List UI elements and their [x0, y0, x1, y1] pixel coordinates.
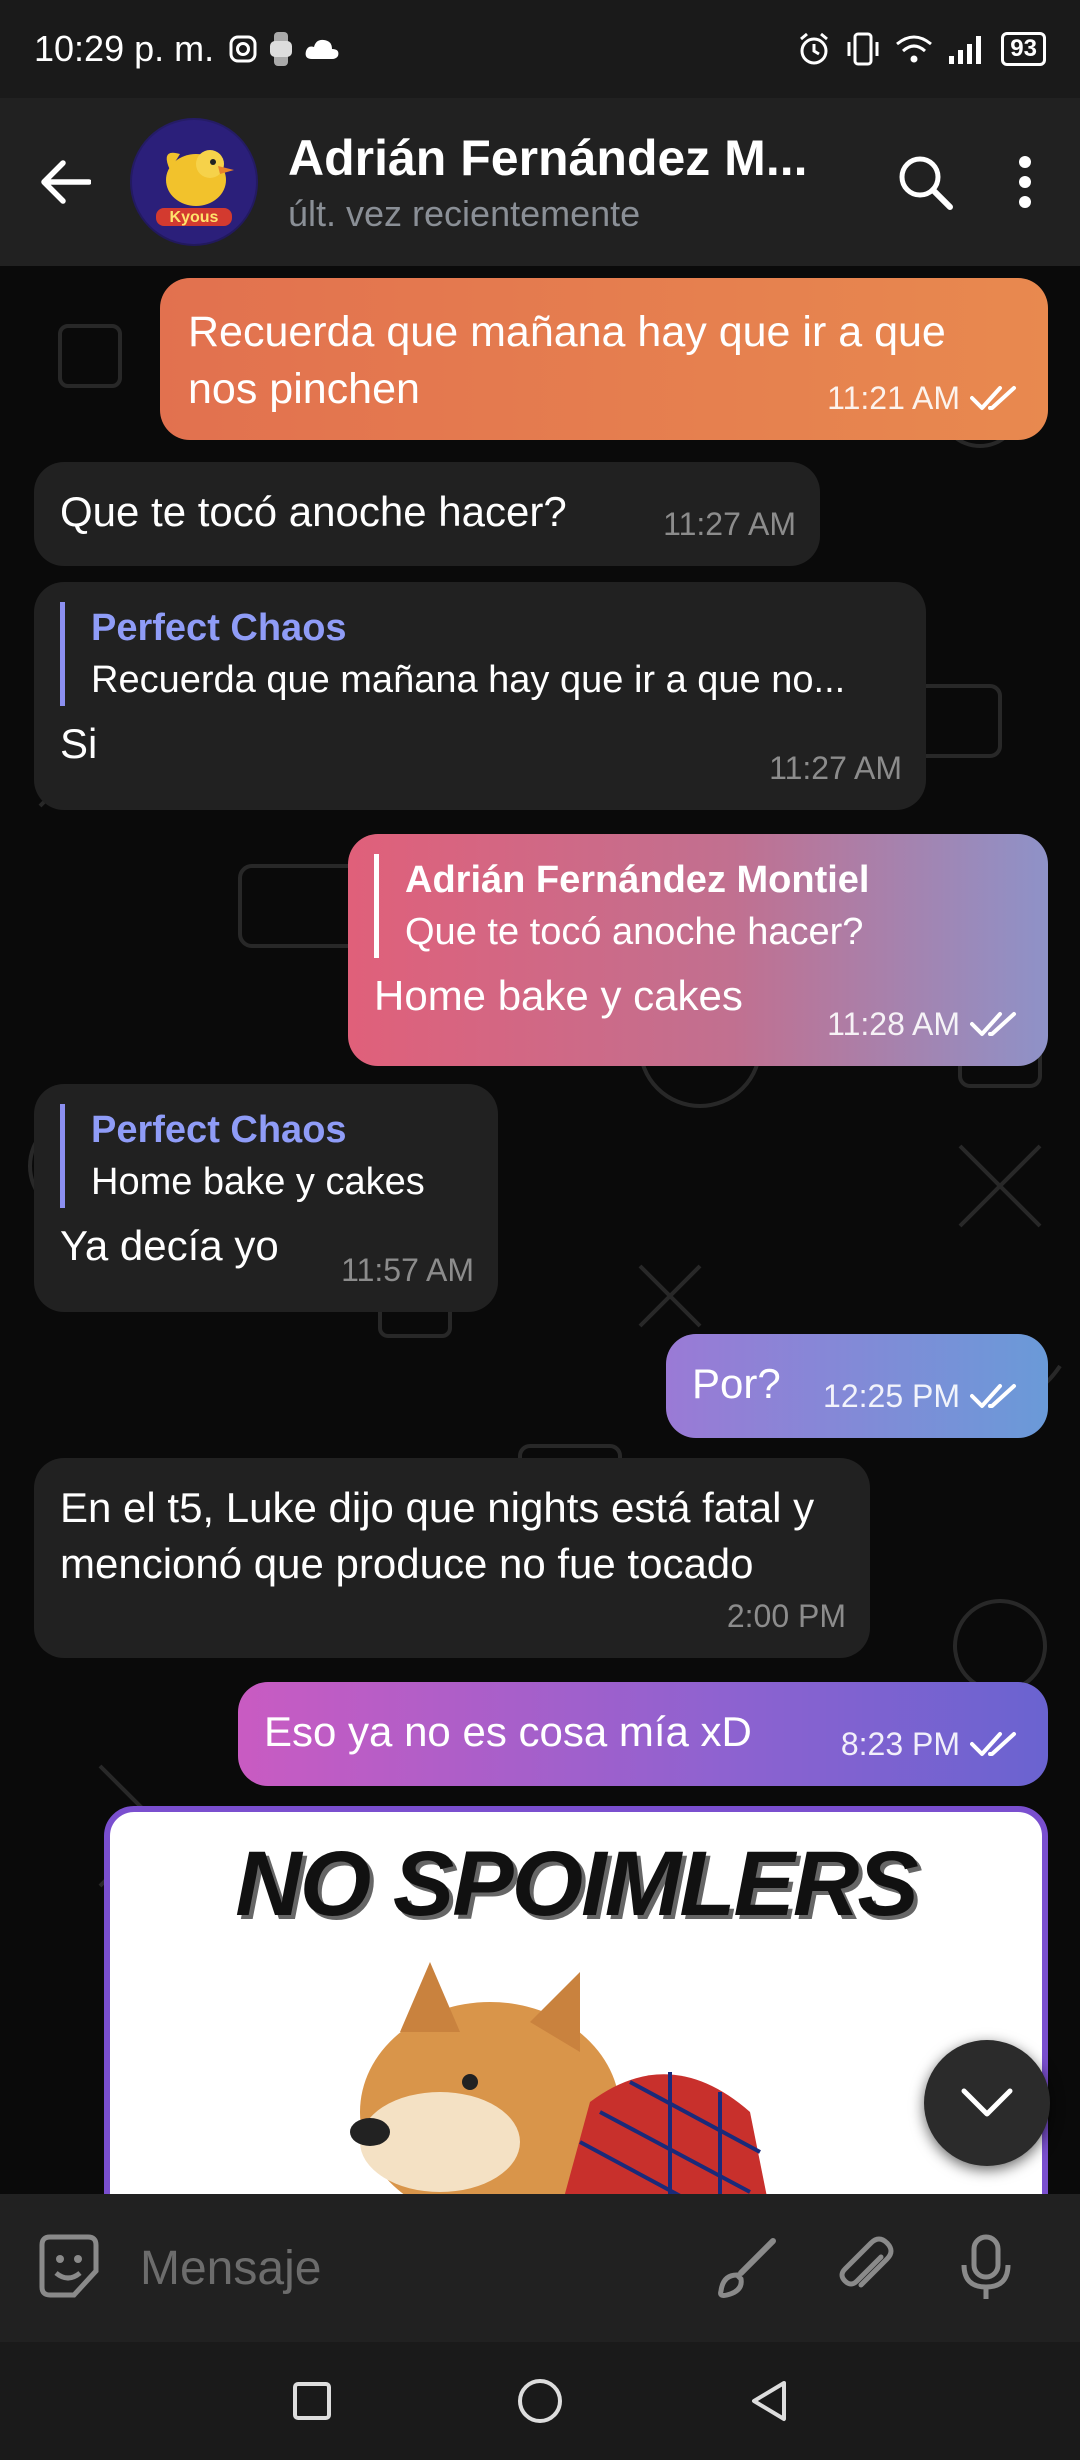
reply-preview[interactable]: Perfect Chaos Home bake y cakes: [60, 1104, 472, 1208]
message-text: En el t5, Luke dijo que nights está fata…: [60, 1484, 815, 1587]
brush-icon: [718, 2238, 776, 2298]
message-meta: 8:23 PM: [841, 1716, 1024, 1772]
battery-indicator: 93: [1001, 32, 1046, 66]
back-nav-icon[interactable]: [748, 2379, 788, 2423]
message-bubble-incoming[interactable]: Que te tocó anoche hacer? 11:27 AM: [34, 462, 820, 566]
system-navigation-bar: [0, 2342, 1080, 2460]
search-button[interactable]: [870, 98, 980, 266]
reply-preview[interactable]: Perfect Chaos Recuerda que mañana hay qu…: [60, 602, 900, 706]
message-input[interactable]: Mensaje: [140, 2241, 686, 2296]
more-vertical-icon: [1019, 156, 1031, 208]
reply-author: Adrián Fernández Montiel: [405, 859, 870, 901]
message-time: 2:00 PM: [726, 1598, 846, 1634]
avatar[interactable]: Kyous: [130, 118, 258, 246]
microphone-icon: [961, 2234, 1011, 2299]
message-time: 11:21 AM: [827, 380, 960, 416]
recent-apps-icon[interactable]: [292, 2381, 332, 2421]
status-bar: 10:29 p. m. 93: [0, 0, 1080, 98]
message-bubble-outgoing[interactable]: Adrián Fernández Montiel Que te tocó ano…: [348, 834, 1048, 1066]
double-check-icon: [970, 1012, 1016, 1036]
message-bubble-outgoing[interactable]: Recuerda que mañana hay que ir a que nos…: [160, 278, 1048, 440]
doge-image: [350, 1962, 767, 2194]
svg-text:Kyous: Kyous: [170, 209, 219, 226]
draw-button[interactable]: [686, 2235, 806, 2301]
message-meta: 11:57 AM: [341, 1242, 474, 1298]
status-time: 10:29 p. m.: [34, 28, 215, 69]
meme-image-message[interactable]: NO SPOIMLERS: [104, 1806, 1048, 2194]
sticker-emoji-icon: [39, 2234, 99, 2297]
message-bubble-incoming[interactable]: Perfect Chaos Recuerda que mañana hay qu…: [34, 582, 926, 810]
message-time: 8:23 PM: [840, 1726, 960, 1762]
message-meta: 11:27 AM: [663, 496, 796, 552]
message-meta: 11:27 AM: [769, 740, 902, 796]
message-meta: 12:25 PM: [823, 1368, 1024, 1424]
reply-text: Recuerda que mañana hay que ir a que no.…: [91, 659, 846, 701]
message-bubble-incoming[interactable]: Perfect Chaos Home bake y cakes Ya decía…: [34, 1084, 498, 1312]
double-check-icon: [970, 1384, 1016, 1408]
vibrate-icon: [847, 32, 879, 66]
reply-author: Perfect Chaos: [91, 607, 347, 649]
message-bubble-incoming[interactable]: En el t5, Luke dijo que nights está fata…: [34, 1458, 870, 1658]
reply-text: Que te tocó anoche hacer?: [405, 911, 864, 953]
message-time: 11:27 AM: [769, 750, 902, 786]
double-check-icon: [970, 386, 1016, 410]
instagram-icon: [229, 35, 257, 63]
message-input-bar: Mensaje: [0, 2194, 1080, 2342]
attach-button[interactable]: [806, 2235, 926, 2301]
chat-header: Kyous Adrián Fernández M... últ. vez rec…: [0, 98, 1080, 266]
chat-title[interactable]: Adrián Fernández M...: [288, 129, 828, 187]
message-time: 11:27 AM: [663, 506, 796, 542]
cloud-icon: [305, 39, 339, 59]
voice-message-button[interactable]: [926, 2233, 1046, 2303]
back-button[interactable]: [0, 98, 130, 266]
message-bubble-outgoing[interactable]: Por? 12:25 PM: [666, 1334, 1048, 1438]
more-options-button[interactable]: [980, 98, 1070, 266]
message-text: Eso ya no es cosa mía xD: [264, 1708, 752, 1755]
alarm-icon: [800, 32, 829, 65]
chevron-down-icon: [961, 2088, 1013, 2117]
emoji-button[interactable]: [34, 2231, 104, 2306]
message-meta: 11:28 AM: [827, 996, 1024, 1052]
watch-icon: [270, 32, 293, 66]
reply-author: Perfect Chaos: [91, 1109, 347, 1151]
paperclip-icon: [839, 2236, 894, 2288]
scroll-to-bottom-button[interactable]: [924, 2040, 1050, 2166]
last-seen-status: últ. vez recientemente: [288, 193, 641, 234]
reply-text: Home bake y cakes: [91, 1161, 425, 1203]
message-time: 11:57 AM: [341, 1252, 474, 1288]
message-bubble-outgoing[interactable]: Eso ya no es cosa mía xD 8:23 PM: [238, 1682, 1048, 1786]
message-time: 12:25 PM: [823, 1378, 960, 1414]
message-meta: 11:21 AM: [827, 370, 1024, 426]
arrow-left-icon: [41, 160, 91, 204]
message-text: Por?: [692, 1360, 781, 1407]
home-icon[interactable]: [517, 2378, 563, 2424]
message-list[interactable]: Recuerda que mañana hay que ir a que nos…: [0, 266, 1080, 2194]
wifi-icon: [896, 35, 933, 63]
signal-icon: [949, 36, 982, 64]
avatar-image: Kyous: [132, 120, 256, 244]
double-check-icon: [970, 1732, 1016, 1756]
message-time: 11:28 AM: [827, 1006, 960, 1042]
search-icon: [899, 156, 953, 210]
message-text: Que te tocó anoche hacer?: [60, 488, 567, 535]
message-meta: 2:00 PM: [727, 1588, 846, 1644]
reply-preview[interactable]: Adrián Fernández Montiel Que te tocó ano…: [374, 854, 1022, 958]
